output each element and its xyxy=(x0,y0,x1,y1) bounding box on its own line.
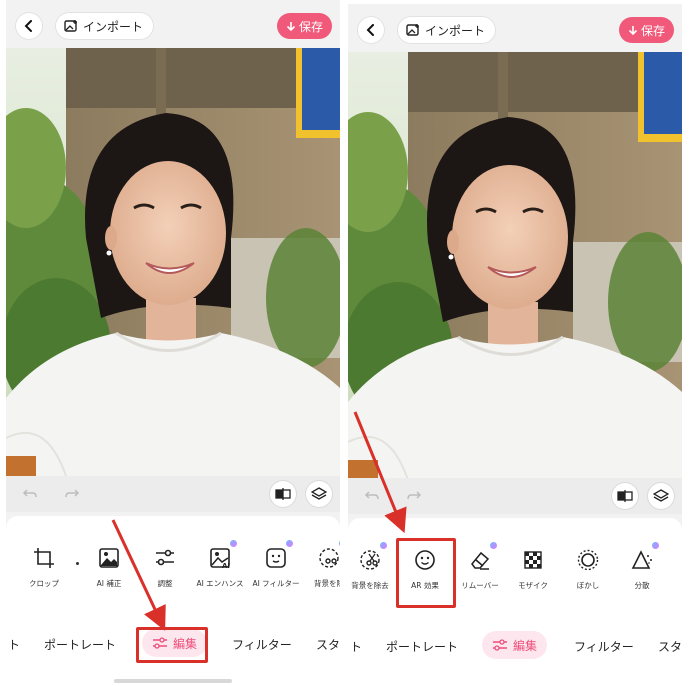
tool-label: モザイク xyxy=(518,581,548,590)
ai-badge xyxy=(380,542,387,549)
ai-badge xyxy=(339,540,340,547)
tab-style-partial[interactable]: スタ xyxy=(658,638,682,655)
save-button[interactable]: 保存 xyxy=(276,13,332,39)
undo-button[interactable] xyxy=(20,484,40,504)
tab-filter[interactable]: フィルター xyxy=(574,638,634,655)
import-label: インポート xyxy=(425,23,486,38)
back-button[interactable] xyxy=(358,17,384,43)
layers-button[interactable] xyxy=(306,481,332,507)
tab-style-partial[interactable]: スタ xyxy=(316,636,340,653)
compare-button[interactable] xyxy=(612,483,638,509)
ai-badge xyxy=(652,542,659,549)
ai-face-filter-icon xyxy=(262,540,293,572)
undo-icon xyxy=(364,491,379,500)
download-arrow-icon xyxy=(628,25,638,35)
redo-button[interactable] xyxy=(404,486,424,506)
tool-adjust[interactable]: 調整 xyxy=(137,544,193,589)
compare-icon xyxy=(275,488,291,500)
download-arrow-icon xyxy=(286,21,296,31)
blur-icon xyxy=(574,546,602,574)
edit-tab-highlight-box xyxy=(136,627,208,663)
tool-label: ぼかし xyxy=(576,581,600,590)
tool-label: クロップ xyxy=(29,579,59,588)
tool-label: リムーバー xyxy=(461,581,499,590)
tool-label: 背景を除 xyxy=(314,579,340,588)
save-label: 保存 xyxy=(298,19,323,34)
tool-label: 調整 xyxy=(157,579,173,588)
right-screen: インポート 保存 背景を除去 AR 効果 リムーバー モザイク ぼかし 分散 ト… xyxy=(348,4,682,686)
tool-dispersion[interactable]: 分散 xyxy=(614,542,670,591)
undo-button[interactable] xyxy=(362,486,382,506)
category-tabs: ト ポートレート 編集 フィルター スタ xyxy=(348,628,682,664)
layers-icon xyxy=(311,487,327,500)
sliders-icon xyxy=(493,639,507,651)
tools-row: クロップ AI 補正 調整 AI AI エンハンス AI フィルター 背景を xyxy=(6,540,340,606)
tool-label: AI 補正 xyxy=(96,579,122,588)
layers-button[interactable] xyxy=(648,483,674,509)
separator-dot xyxy=(76,562,79,565)
undo-icon xyxy=(22,489,37,498)
tool-label: AI フィルター xyxy=(252,579,300,588)
redo-icon xyxy=(407,491,422,500)
ar-effect-highlight-box xyxy=(396,538,456,608)
save-button[interactable]: 保存 xyxy=(618,17,674,43)
tab-edit-label: 編集 xyxy=(513,638,538,653)
tab-partial-left[interactable]: ト xyxy=(350,638,362,655)
top-bar: インポート 保存 xyxy=(348,4,682,52)
canvas-toolbar xyxy=(6,476,340,512)
ai-badge xyxy=(490,542,497,549)
top-bar: インポート 保存 xyxy=(6,0,340,48)
remove-background-icon xyxy=(356,542,387,574)
tool-remove-background[interactable]: 背景を除 xyxy=(301,540,340,589)
dispersion-icon xyxy=(628,542,659,574)
home-indicator xyxy=(114,679,232,683)
import-button[interactable]: インポート xyxy=(398,17,496,43)
compare-icon xyxy=(617,490,633,502)
tool-ai-filter[interactable]: AI フィルター xyxy=(248,540,304,589)
tab-portrait[interactable]: ポートレート xyxy=(386,638,458,655)
tool-ai-enhance[interactable]: AI AI エンハンス xyxy=(192,540,248,589)
import-button[interactable]: インポート xyxy=(56,13,154,39)
portrait-photo xyxy=(6,48,340,476)
tool-label: 分散 xyxy=(634,581,650,590)
tool-mosaic[interactable]: モザイク xyxy=(505,546,561,591)
tab-filter[interactable]: フィルター xyxy=(232,636,292,653)
tab-partial-left[interactable]: ト xyxy=(8,636,20,653)
photo-canvas[interactable] xyxy=(6,48,340,476)
image-add-icon xyxy=(406,24,419,36)
layers-icon xyxy=(653,489,669,502)
compare-button[interactable] xyxy=(270,481,296,507)
redo-icon xyxy=(65,489,80,498)
tool-crop[interactable]: クロップ xyxy=(16,544,72,589)
mosaic-icon xyxy=(519,546,547,574)
tab-portrait[interactable]: ポートレート xyxy=(44,636,116,653)
ai-enhance-image-icon xyxy=(95,544,123,572)
eraser-icon xyxy=(466,542,497,574)
chevron-left-icon xyxy=(24,20,32,32)
redo-button[interactable] xyxy=(62,484,82,504)
image-add-icon xyxy=(64,20,77,32)
save-label: 保存 xyxy=(640,23,665,38)
sliders-icon xyxy=(151,544,179,572)
canvas-toolbar xyxy=(348,478,682,514)
ai-badge xyxy=(286,540,293,547)
ai-badge xyxy=(230,540,237,547)
left-screen: インポート 保存 クロップ AI 補正 調整 AI AI エンハンス AI フィ… xyxy=(6,0,340,686)
chevron-left-icon xyxy=(366,24,374,36)
svg-text:AI: AI xyxy=(222,562,230,570)
tool-label: AI エンハンス xyxy=(196,579,244,588)
tool-ai-correct[interactable]: AI 補正 xyxy=(81,544,137,589)
portrait-photo xyxy=(348,52,682,478)
import-label: インポート xyxy=(83,19,144,34)
tab-edit[interactable]: 編集 xyxy=(482,631,548,659)
crop-icon xyxy=(30,544,58,572)
tool-blur[interactable]: ぼかし xyxy=(560,546,616,591)
photo-canvas[interactable] xyxy=(348,52,682,478)
tool-remover[interactable]: リムーバー xyxy=(452,542,508,591)
tool-remove-background[interactable]: 背景を除去 xyxy=(348,542,398,591)
ai-image-icon: AI xyxy=(206,540,237,572)
remove-background-icon xyxy=(315,540,340,572)
back-button[interactable] xyxy=(16,13,42,39)
tool-label: 背景を除去 xyxy=(351,581,389,590)
